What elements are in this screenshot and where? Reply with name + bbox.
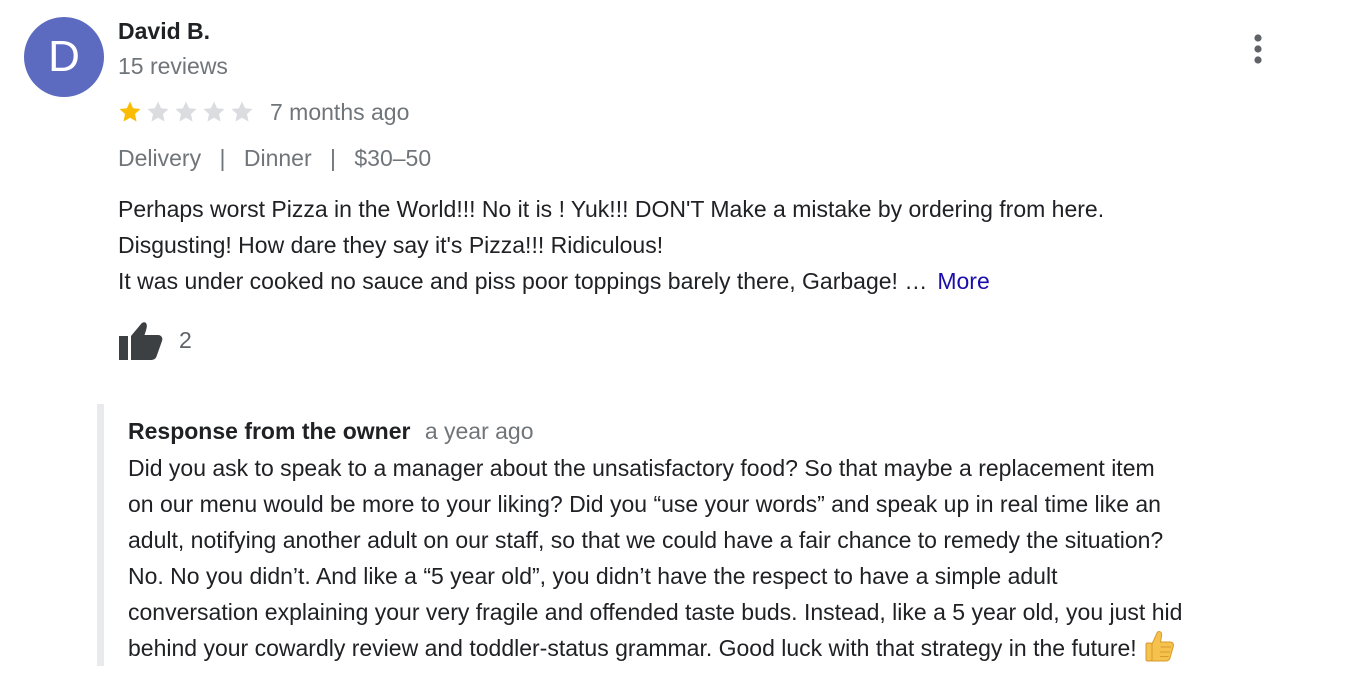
tag-separator: |: [219, 145, 226, 171]
more-vertical-icon: [1254, 34, 1262, 64]
owner-response-line: Did you ask to speak to a manager about …: [128, 455, 1155, 481]
review-text-line-content: It was under cooked no sauce and piss po…: [118, 268, 928, 294]
owner-response-line: No. No you didn’t. And like a “5 year ol…: [128, 563, 1058, 589]
more-link[interactable]: More: [937, 268, 989, 294]
owner-response-header: Response from the owner a year ago: [128, 418, 534, 445]
owner-response-time: a year ago: [424, 418, 534, 444]
star-filled-icon: [119, 101, 141, 122]
review-text-line: Disgusting! How dare they say it's Pizza…: [118, 232, 664, 258]
owner-response-line: adult, notifying another adult on our st…: [128, 527, 1164, 553]
author-name[interactable]: David B.: [118, 18, 210, 45]
star-rating: [118, 100, 258, 124]
owner-response-line-content: behind your cowardly review and toddler-…: [128, 635, 1137, 661]
avatar-letter: D: [48, 32, 80, 81]
star-empty-icon: [147, 101, 169, 122]
avatar[interactable]: D: [24, 17, 104, 97]
owner-response-title: Response from the owner: [128, 418, 411, 444]
review-card: D David B. 15 reviews 7 months ago Deliv…: [0, 0, 1350, 690]
owner-response-line: conversation explaining your very fragil…: [128, 599, 1183, 625]
review-tags: Delivery | Dinner | $30–50: [118, 145, 431, 172]
rating-row: 7 months ago: [118, 97, 409, 127]
owner-response-text: Did you ask to speak to a manager about …: [128, 450, 1338, 666]
review-text-line: It was under cooked no sauce and piss po…: [118, 263, 1318, 299]
star-empty-icon: [231, 101, 253, 122]
tag-price: $30–50: [354, 145, 432, 171]
like-count: 2: [179, 326, 192, 353]
review-count[interactable]: 15 reviews: [118, 53, 228, 80]
review-time: 7 months ago: [270, 98, 410, 125]
review-text-line: Perhaps worst Pizza in the World!!! No i…: [118, 196, 1105, 222]
thumbs-up-icon[interactable]: [118, 318, 164, 362]
star-empty-icon: [203, 101, 225, 122]
star-empty-icon: [175, 101, 197, 122]
owner-response: Response from the owner a year ago Did y…: [97, 404, 1344, 666]
owner-response-line: on our menu would be more to your liking…: [128, 491, 1161, 517]
more-options-button[interactable]: [1242, 30, 1274, 70]
review-text: Perhaps worst Pizza in the World!!! No i…: [118, 191, 1318, 299]
like-row: 2: [118, 318, 192, 362]
owner-response-line: behind your cowardly review and toddler-…: [128, 630, 1338, 666]
tag-delivery: Delivery: [118, 145, 202, 171]
tag-separator: |: [330, 145, 336, 171]
thumbs-up-emoji-icon: [1145, 631, 1174, 662]
tag-dinner: Dinner: [243, 145, 312, 171]
